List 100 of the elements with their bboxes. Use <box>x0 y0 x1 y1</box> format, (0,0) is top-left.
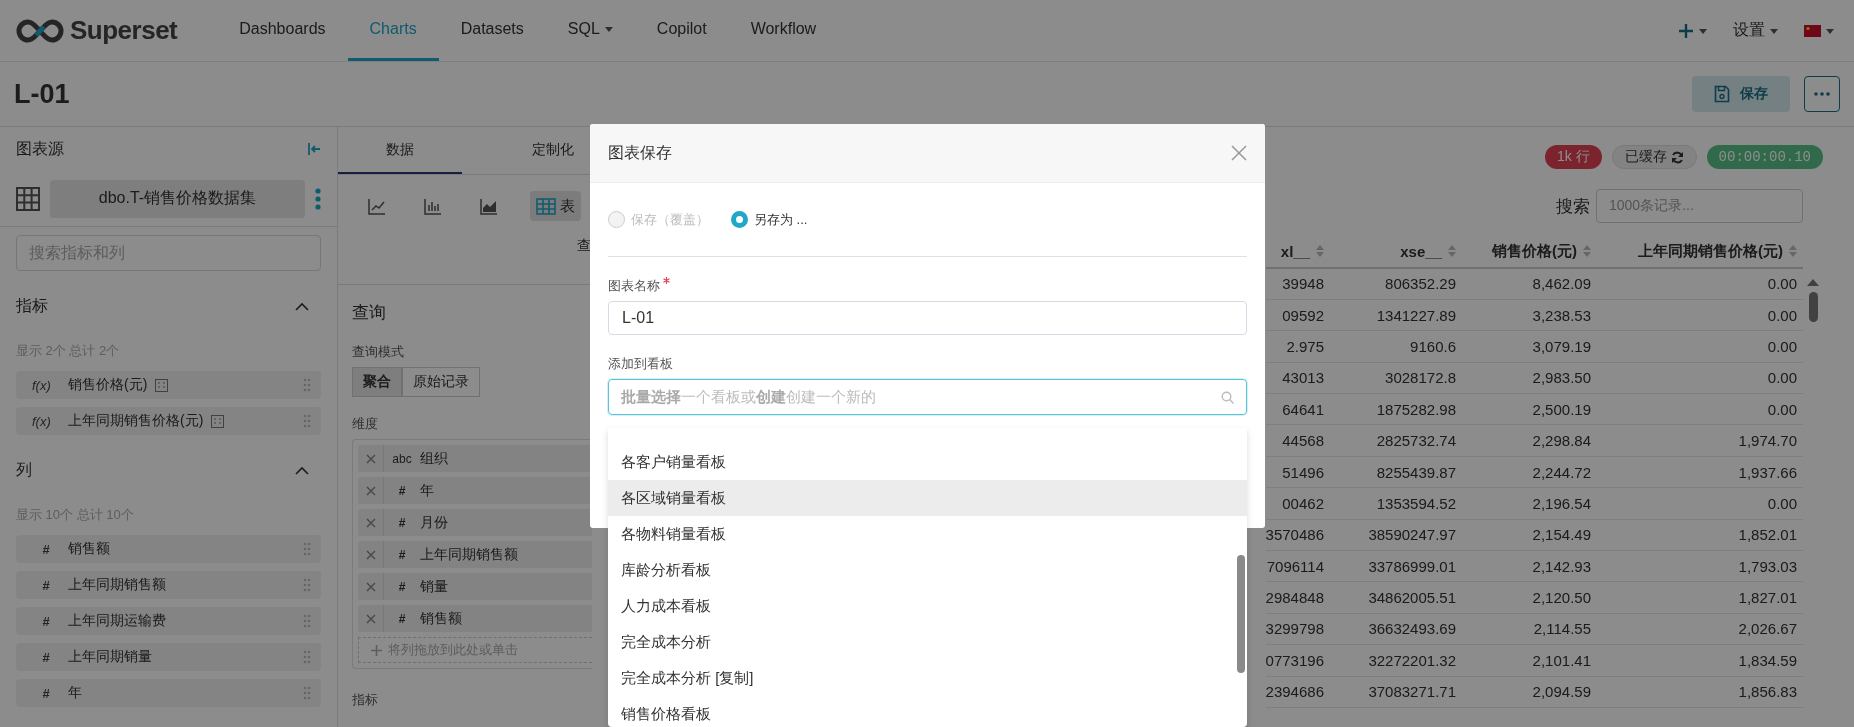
field-item[interactable]: f(x) 上年同期销售价格(元) <box>16 407 321 435</box>
nav-link[interactable]: SQL <box>545 0 635 61</box>
field-item[interactable]: # 销售额 <box>16 535 321 563</box>
column-header[interactable]: 上年同期销售价格(元) <box>1638 241 1783 261</box>
drag-handle-icon[interactable] <box>303 578 311 592</box>
remove-icon[interactable] <box>365 549 376 560</box>
remove-icon[interactable] <box>365 517 376 528</box>
nav-link[interactable]: Copilot <box>634 0 729 61</box>
panel-title: 图表源 <box>16 138 64 159</box>
field-item[interactable]: # 上年同期销量 <box>16 643 321 671</box>
close-button[interactable] <box>1231 145 1247 161</box>
panel-tab[interactable]: 定制化 <box>532 127 574 174</box>
field-item[interactable]: # 年 <box>16 679 321 707</box>
table-cell: 1,852.01 <box>1597 519 1803 551</box>
new-menu-button[interactable] <box>1678 22 1707 39</box>
table-cell: 38590247.97 <box>1330 519 1462 551</box>
cached-badge[interactable]: 已缓存 <box>1611 145 1697 169</box>
refresh-icon <box>1670 150 1684 164</box>
table-cell: 37083271.71 <box>1330 676 1462 708</box>
area-chart-icon <box>480 197 498 215</box>
dimension-item[interactable]: # 销量 <box>358 573 592 600</box>
type-label: # <box>41 649 51 665</box>
remove-icon[interactable] <box>365 453 376 464</box>
field-item[interactable]: # 上年同期运输费 <box>16 607 321 635</box>
drag-handle-icon[interactable] <box>303 614 311 628</box>
chevron-up-icon[interactable] <box>295 465 309 475</box>
query-mode-toggle[interactable]: 原始记录 <box>402 367 480 397</box>
type-label: # <box>41 577 51 593</box>
scrollbar-thumb[interactable] <box>1808 292 1818 322</box>
nav-link[interactable]: Datasets <box>438 0 546 61</box>
remove-icon[interactable] <box>365 581 376 592</box>
caret-icon <box>1826 27 1834 34</box>
caret-icon <box>604 26 613 32</box>
chart-title: L-01 <box>14 78 70 110</box>
table-cell: 2,114.55 <box>1462 613 1597 645</box>
dimension-name: 月份 <box>420 513 448 532</box>
collapse-icon[interactable] <box>307 142 321 156</box>
type-label: # <box>397 483 407 498</box>
drag-handle-icon[interactable] <box>303 378 311 392</box>
dropdown-option[interactable]: 销售价格看板 <box>608 696 1247 727</box>
column-header[interactable]: xl__ <box>1280 242 1310 260</box>
drag-handle-icon[interactable] <box>303 650 311 664</box>
scroll-up-arrow-icon[interactable] <box>1807 279 1819 286</box>
radio-option[interactable]: 另存为 ... <box>731 210 808 229</box>
dimension-item[interactable]: # 年 <box>358 477 592 504</box>
dropdown-option[interactable]: 完全成本分析 <box>608 624 1247 660</box>
remove-icon[interactable] <box>365 485 376 496</box>
column-header[interactable]: 销售价格(元) <box>1492 241 1577 261</box>
table-cell: 2,244.72 <box>1462 456 1597 488</box>
table-cell: 2825732.74 <box>1330 424 1462 457</box>
drag-handle-icon[interactable] <box>303 542 311 556</box>
field-label: 图表名称 <box>608 278 660 293</box>
type-label: f(x) <box>32 413 52 429</box>
scrollbar-thumb[interactable] <box>1237 555 1245 673</box>
section-title: 查询 <box>352 302 386 324</box>
dropdown-option[interactable]: 各区域销量看板 <box>608 480 1247 516</box>
field-item[interactable]: f(x) 销售价格(元) <box>16 371 321 399</box>
type-label: f(x) <box>32 377 52 393</box>
table-cell: 2,101.41 <box>1462 644 1597 677</box>
table-cell: 1,856.83 <box>1597 676 1803 708</box>
chart-name-field[interactable]: L-01 <box>608 301 1247 335</box>
chart-type-button[interactable]: 表 <box>530 191 581 221</box>
settings-menu-button[interactable]: 设置 <box>1733 20 1778 41</box>
remove-icon[interactable] <box>365 613 376 624</box>
field-item[interactable]: # 上年同期销售额 <box>16 571 321 599</box>
nav-link[interactable]: Workflow <box>728 0 839 61</box>
info-box-icon <box>211 414 225 428</box>
column-header[interactable]: xse__ <box>1400 242 1442 260</box>
table-cell: 1,937.66 <box>1597 456 1803 488</box>
search-icon <box>1221 390 1234 404</box>
dimension-item[interactable]: # 上年同期销售额 <box>358 541 592 568</box>
sort-icon <box>1316 244 1324 258</box>
table-cell: 2,500.19 <box>1462 393 1597 425</box>
dropdown-option[interactable]: 库龄分析看板 <box>608 552 1247 588</box>
chevron-up-icon[interactable] <box>295 301 309 311</box>
dropdown-option[interactable]: 人力成本看板 <box>608 588 1247 624</box>
query-mode-toggle[interactable]: 聚合 <box>352 367 402 397</box>
more-options-button[interactable] <box>1804 76 1840 112</box>
dropdown-option[interactable]: 各物料销量看板 <box>608 516 1247 552</box>
sort-icon <box>1583 244 1591 258</box>
dropdown-option[interactable]: 各客户销量看板 <box>608 444 1247 480</box>
nav-link[interactable]: Dashboards <box>217 0 348 61</box>
dialog-title: 图表保存 <box>608 142 672 163</box>
ellipsis-icon <box>1814 92 1830 96</box>
dataset-selector[interactable]: dbo.T-销售价格数据集 <box>50 179 305 218</box>
dimension-name: 上年同期销售额 <box>420 545 518 564</box>
view-all-link[interactable]: 查 <box>577 237 591 255</box>
dimension-item[interactable]: # 月份 <box>358 509 592 536</box>
drag-handle-icon[interactable] <box>303 414 311 428</box>
kebab-menu-icon[interactable] <box>315 187 321 210</box>
dropdown-option[interactable]: 完全成本分析 [复制] <box>608 660 1247 696</box>
dimension-item[interactable]: # 销售额 <box>358 605 592 632</box>
drag-handle-icon[interactable] <box>303 686 311 700</box>
save-button[interactable]: 保存 <box>1692 76 1790 112</box>
dimension-name: 组织 <box>420 449 448 468</box>
type-label: # <box>41 541 51 557</box>
table-cell: 0.00 <box>1597 362 1803 394</box>
dimension-item[interactable]: abc 组织 <box>358 445 592 472</box>
language-menu-button[interactable] <box>1804 24 1834 37</box>
panel-tab[interactable]: 数据 <box>338 127 462 174</box>
